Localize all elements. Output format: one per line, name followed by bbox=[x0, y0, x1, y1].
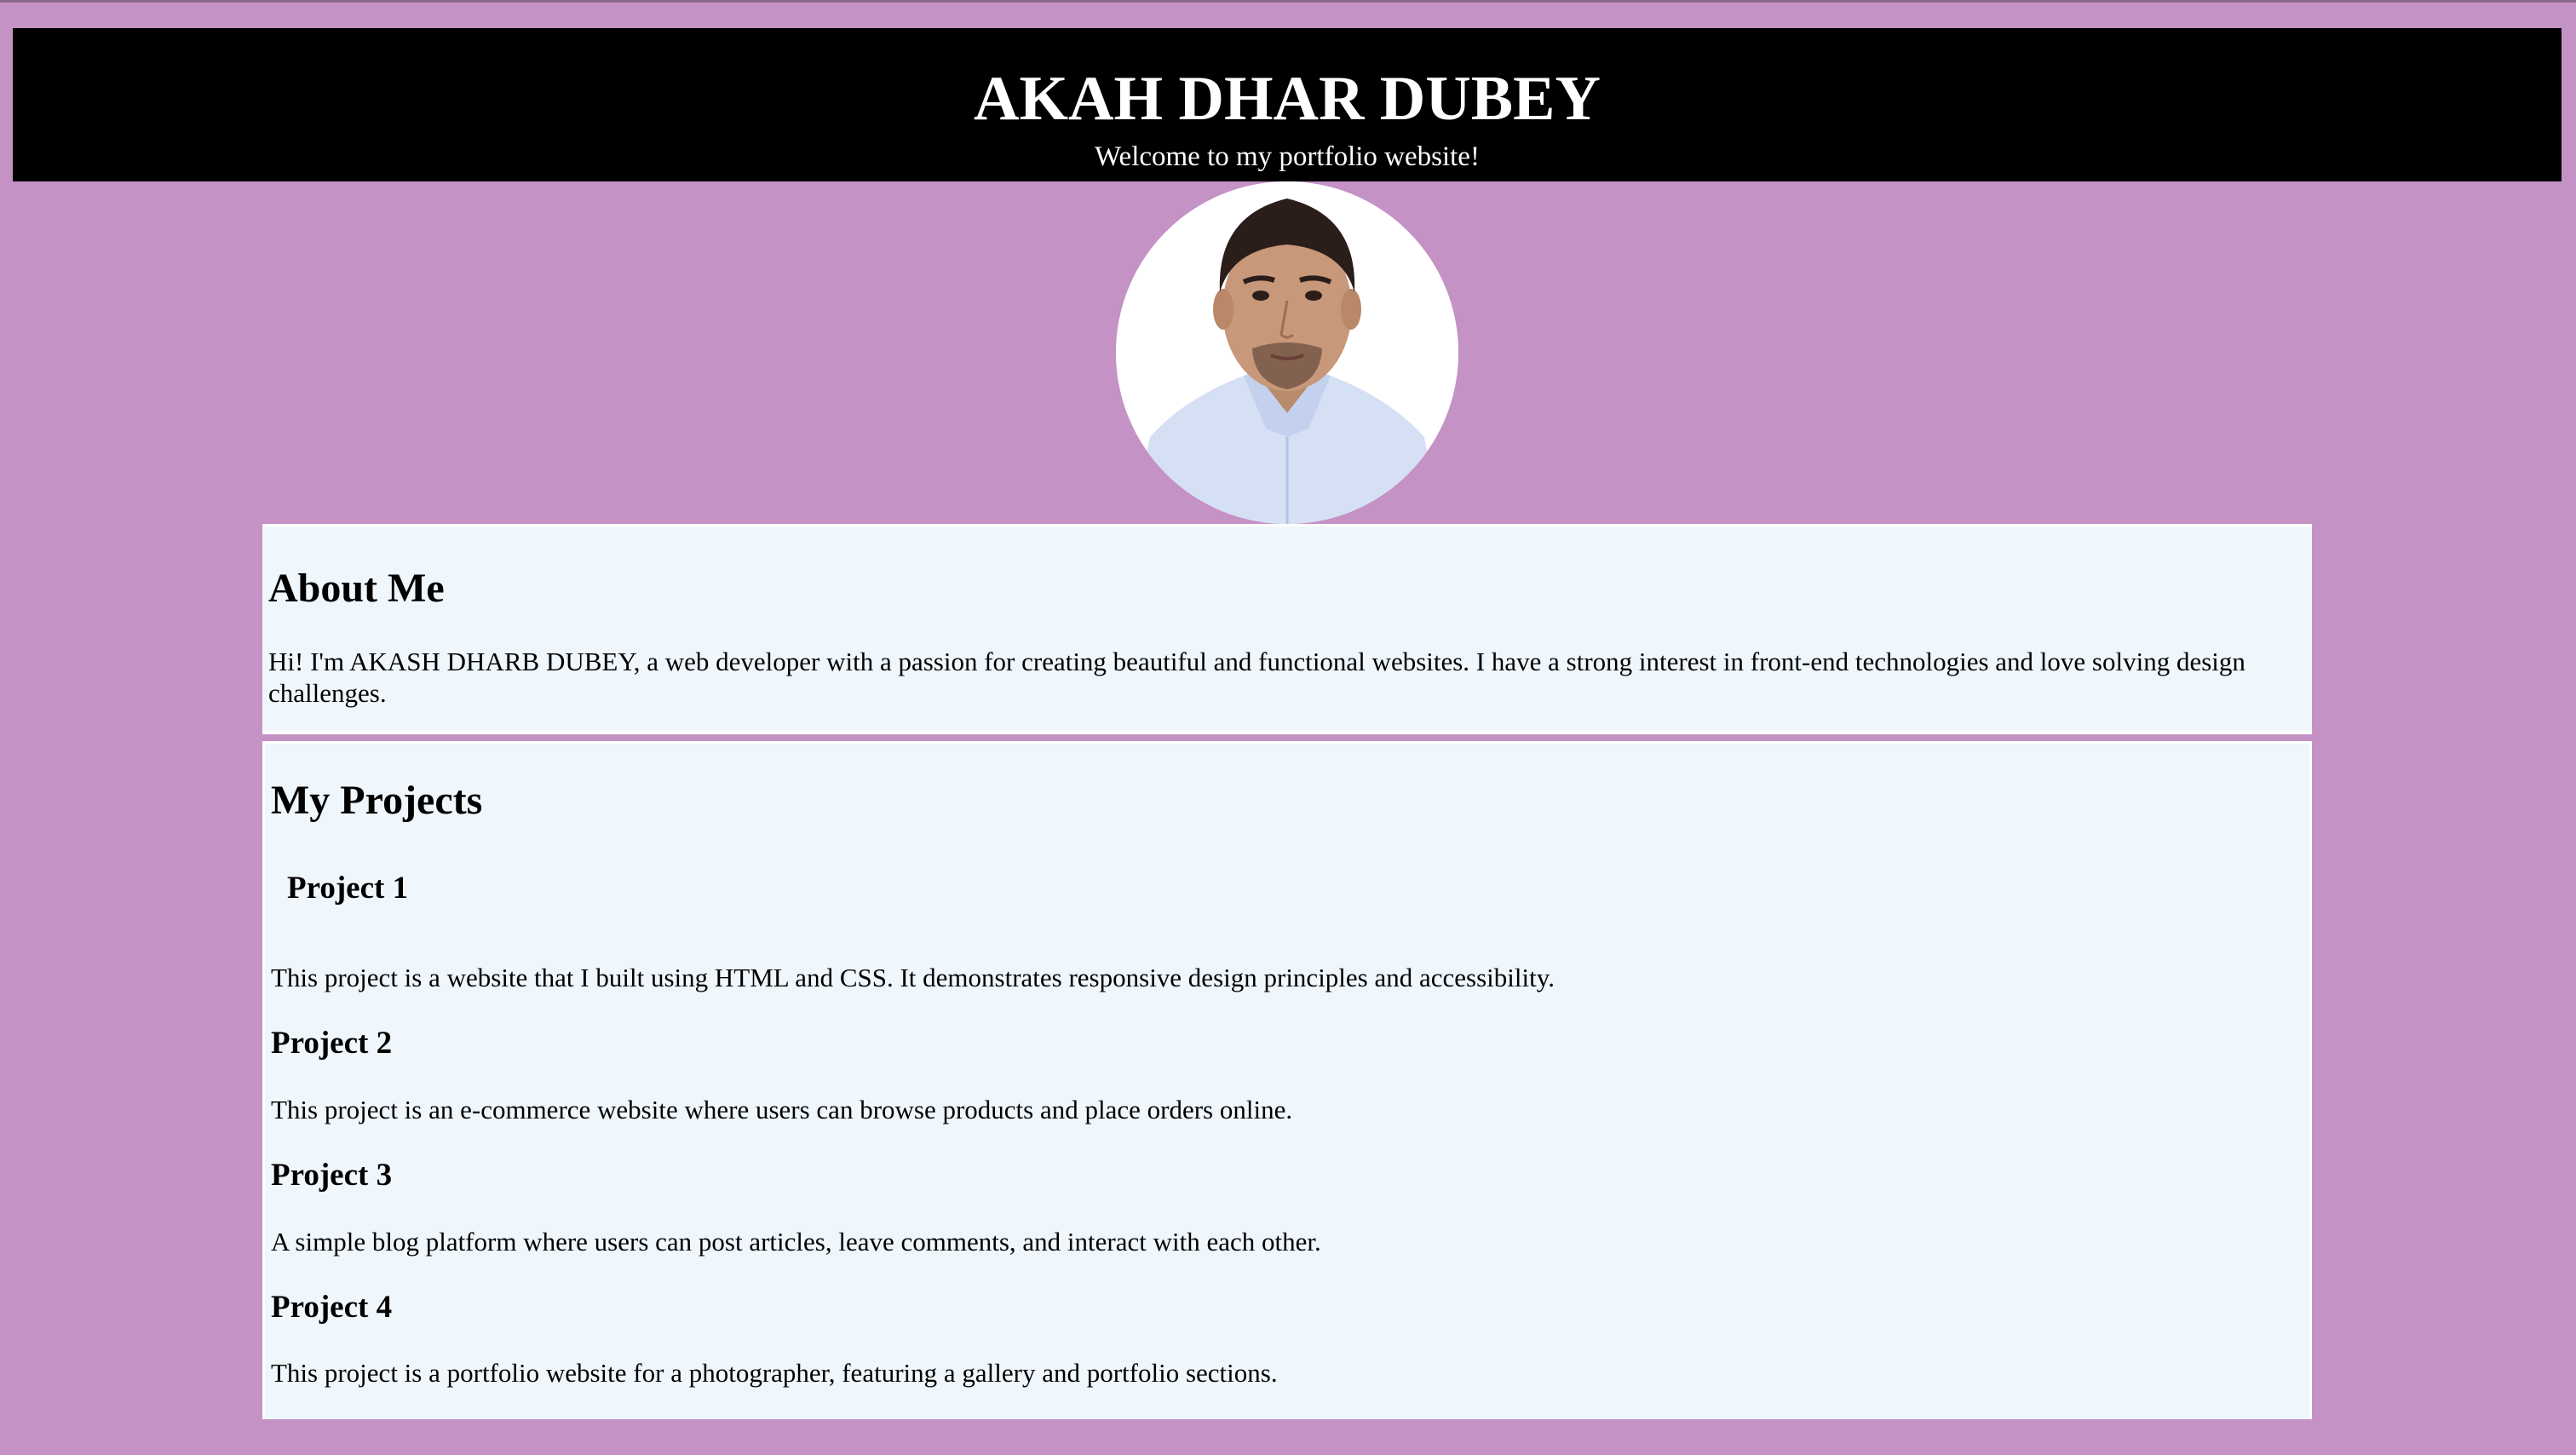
site-subtitle: Welcome to my portfolio website! bbox=[1095, 141, 1480, 172]
project-1-title: Project 1 bbox=[287, 871, 409, 906]
project-1-description: This project is a website that I built u… bbox=[271, 963, 1555, 992]
project-2-description: This project is an e-commerce website wh… bbox=[271, 1095, 1293, 1124]
project-4-description: This project is a portfolio website for … bbox=[271, 1358, 1278, 1388]
project-3-description: A simple blog platform where users can p… bbox=[271, 1227, 1321, 1257]
site-header: AKAH DHAR DUBEY Welcome to my portfolio … bbox=[13, 28, 2562, 181]
portrait-icon bbox=[1116, 181, 1458, 524]
profile-photo bbox=[1116, 181, 1458, 524]
project-2-title: Project 2 bbox=[271, 1026, 393, 1061]
projects-section: My Projects Project 1 This project is a … bbox=[262, 741, 2312, 1419]
project-4-title: Project 4 bbox=[271, 1290, 393, 1325]
about-heading: About Me bbox=[268, 566, 445, 611]
projects-heading: My Projects bbox=[271, 778, 483, 823]
about-text: Hi! I'm AKASH DHARB DUBEY, a web develop… bbox=[268, 647, 2245, 708]
site-title: AKAH DHAR DUBEY bbox=[974, 64, 1601, 134]
project-3-title: Project 3 bbox=[271, 1158, 393, 1193]
top-border bbox=[0, 0, 2576, 3]
about-section: About Me Hi! I'm AKASH DHARB DUBEY, a we… bbox=[262, 524, 2312, 734]
